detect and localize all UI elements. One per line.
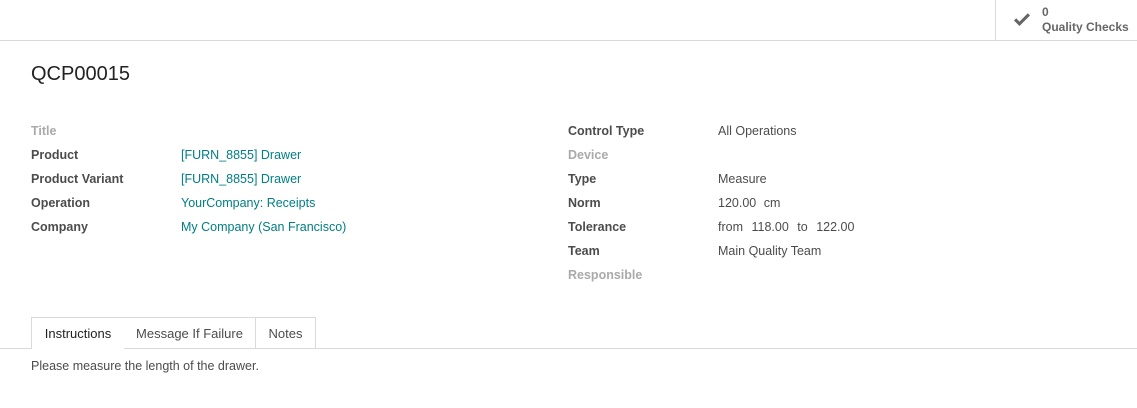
tolerance-to-label: to — [797, 220, 808, 234]
field-label: Product — [31, 148, 79, 162]
field-norm: Norm 120.00 cm — [568, 191, 1068, 215]
field-product-variant: Product Variant [FURN_8855] Drawer — [31, 167, 531, 191]
quality-checks-button[interactable]: 0 Quality Checks — [995, 0, 1137, 40]
field-tolerance: Tolerance from 118.00 to 122.00 — [568, 215, 1068, 239]
left-field-group: Title Product [FURN_8855] Drawer Product… — [31, 119, 531, 239]
quality-checks-count: 0 — [1042, 5, 1049, 19]
field-label: Tolerance — [568, 220, 627, 234]
field-title: Title — [31, 119, 531, 143]
field-company: Company My Company (San Francisco) — [31, 215, 531, 239]
norm-unit: cm — [763, 196, 781, 210]
operation-link[interactable]: YourCompany: Receipts — [181, 196, 315, 210]
field-operation: Operation YourCompany: Receipts — [31, 191, 531, 215]
product-variant-link[interactable]: [FURN_8855] Drawer — [181, 172, 301, 186]
field-label: Type — [568, 172, 597, 186]
field-label: Operation — [31, 196, 91, 210]
tolerance-to-value[interactable]: 122.00 — [816, 220, 854, 234]
field-label: Product Variant — [31, 172, 124, 186]
field-product: Product [FURN_8855] Drawer — [31, 143, 531, 167]
instructions-content[interactable]: Please measure the length of the drawer. — [31, 359, 259, 373]
field-device: Device — [568, 143, 1068, 167]
field-team: Team Main Quality Team — [568, 239, 1068, 263]
tab-notes[interactable]: Notes — [256, 317, 316, 348]
tab-message-if-failure[interactable]: Message If Failure — [124, 317, 256, 348]
tab-instructions[interactable]: Instructions — [31, 317, 125, 349]
norm-number: 120.00 — [718, 196, 757, 210]
team-value[interactable]: Main Quality Team — [718, 244, 821, 258]
stat-text: 0 Quality Checks — [1042, 5, 1129, 35]
product-link[interactable]: [FURN_8855] Drawer — [181, 148, 301, 162]
notebook-tabs: Instructions Message If Failure Notes — [0, 317, 1137, 349]
field-label: Company — [31, 220, 88, 234]
norm-value[interactable]: 120.00 cm — [718, 196, 780, 210]
field-label: Title — [31, 124, 57, 138]
right-field-group: Control Type All Operations Device Type … — [568, 119, 1068, 287]
field-label: Responsible — [568, 268, 643, 282]
field-label: Device — [568, 148, 609, 162]
field-type: Type Measure — [568, 167, 1068, 191]
quality-checks-label: Quality Checks — [1042, 20, 1129, 34]
record-title: QCP00015 — [31, 63, 130, 85]
field-control-type: Control Type All Operations — [568, 119, 1068, 143]
type-value[interactable]: Measure — [718, 172, 767, 186]
field-responsible: Responsible — [568, 263, 1068, 287]
control-type-value[interactable]: All Operations — [718, 124, 797, 138]
field-label: Norm — [568, 196, 601, 210]
tolerance-value: from 118.00 to 122.00 — [718, 220, 859, 234]
field-label: Team — [568, 244, 600, 258]
check-icon — [1012, 10, 1032, 30]
field-label: Control Type — [568, 124, 645, 138]
tolerance-from-value[interactable]: 118.00 — [751, 220, 788, 234]
company-link[interactable]: My Company (San Francisco) — [181, 220, 346, 234]
control-panel: 0 Quality Checks — [0, 0, 1137, 41]
tolerance-from-label: from — [718, 220, 743, 234]
